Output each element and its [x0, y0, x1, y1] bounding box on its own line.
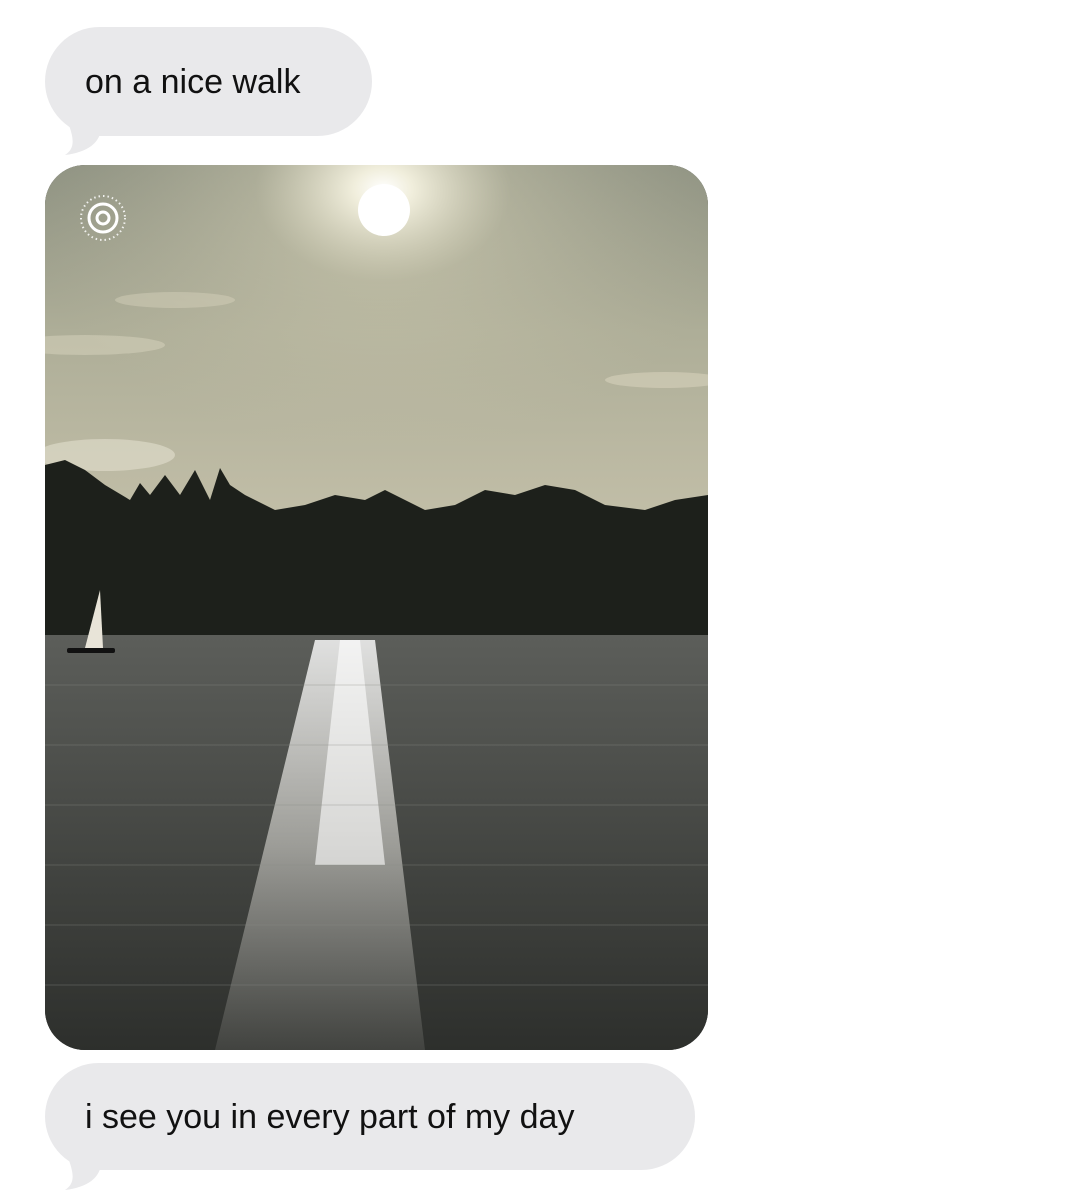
- live-photo-icon[interactable]: [78, 193, 128, 243]
- message-bubble-text[interactable]: i see you in every part of my day: [45, 1063, 695, 1170]
- sunset-lake-image: [45, 165, 708, 1050]
- message-text: i see you in every part of my day: [85, 1097, 575, 1136]
- bubble-tail-icon: [60, 1135, 101, 1190]
- message-text: on a nice walk: [85, 62, 301, 101]
- bubble-tail-icon: [60, 100, 101, 155]
- message-photo[interactable]: [45, 165, 708, 1050]
